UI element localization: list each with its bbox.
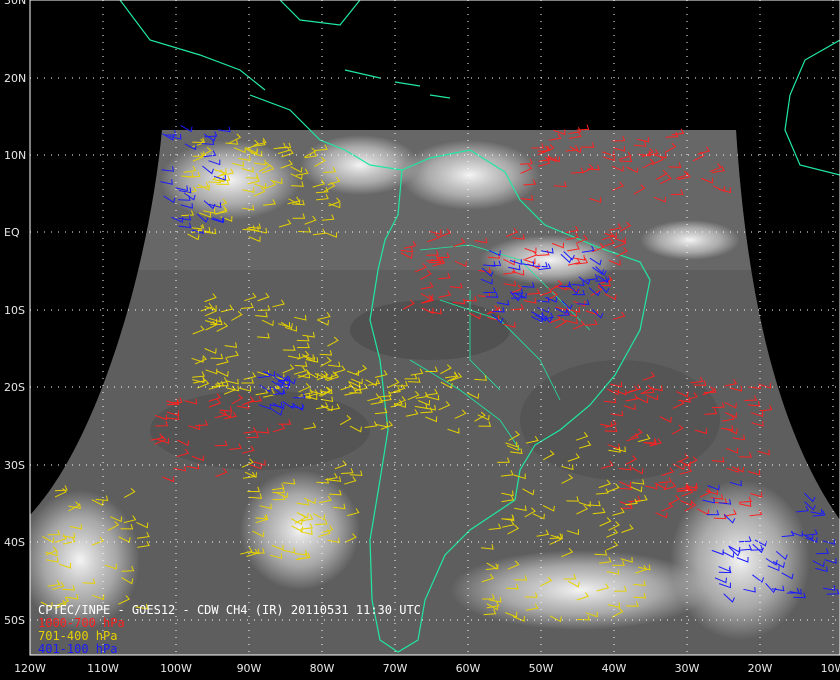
latitude-label: 40S bbox=[4, 536, 25, 549]
caribbean-islands bbox=[344, 69, 451, 99]
latitude-label: 10N bbox=[4, 149, 26, 162]
longitude-label: 30W bbox=[675, 662, 700, 675]
longitude-label: 80W bbox=[310, 662, 335, 675]
longitude-label: 110W bbox=[87, 662, 119, 675]
latitude-label: 50S bbox=[4, 614, 25, 627]
longitude-label: 50W bbox=[529, 662, 554, 675]
north-america-coastline bbox=[119, 0, 361, 91]
longitude-label: 90W bbox=[237, 662, 262, 675]
longitude-label: 100W bbox=[160, 662, 192, 675]
longitude-label: 10W bbox=[821, 662, 840, 675]
latitude-label: EQ bbox=[4, 226, 20, 239]
longitude-label: 20W bbox=[748, 662, 773, 675]
longitude-label: 40W bbox=[602, 662, 627, 675]
latitude-label: 20N bbox=[4, 72, 26, 85]
latitude-label: 30N bbox=[4, 0, 26, 7]
legend-high-level: 401-100 hPa bbox=[38, 642, 118, 656]
latitude-label: 10S bbox=[4, 304, 25, 317]
latitude-label: 30S bbox=[4, 459, 25, 472]
longitude-label: 120W bbox=[14, 662, 46, 675]
latitude-label: 20S bbox=[4, 381, 25, 394]
wind-map: 30N 20N 10N EQ 10S 20S 30S 40S 50S 120W 110W 100W 90… bbox=[4, 0, 840, 675]
longitude-label: 60W bbox=[456, 662, 481, 675]
longitude-label: 70W bbox=[383, 662, 408, 675]
